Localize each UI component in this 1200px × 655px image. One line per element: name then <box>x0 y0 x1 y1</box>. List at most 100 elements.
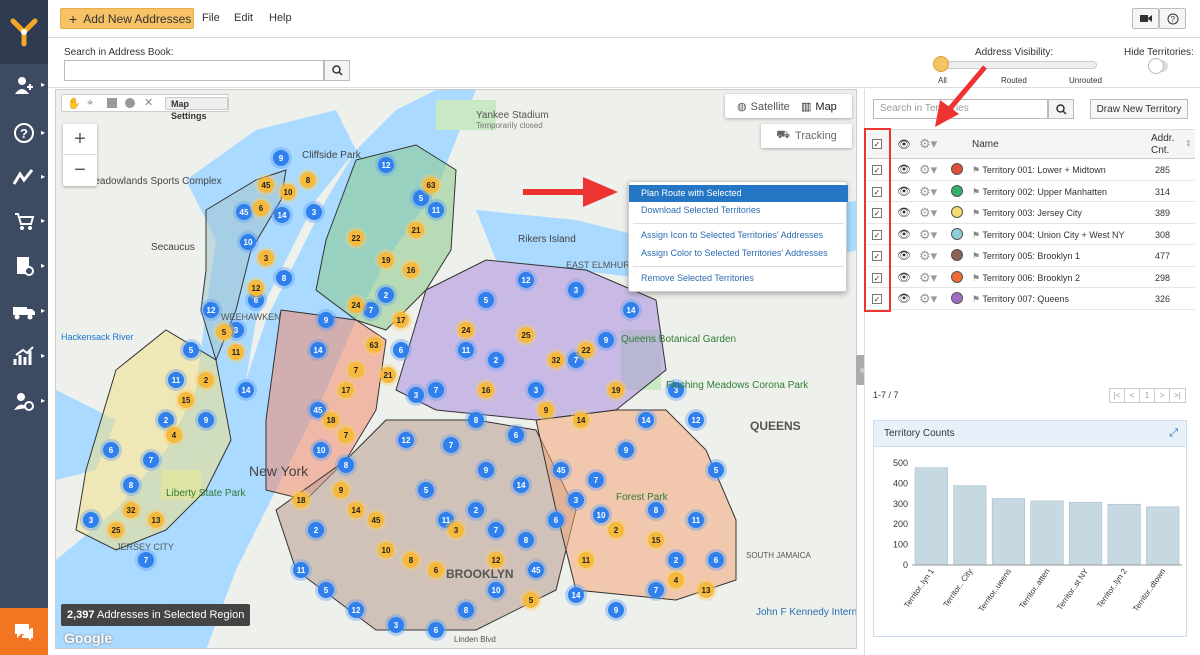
table-row[interactable]: ✓ 👁 ⚙▾ ⚑ Territory 002: Upper Manhatten 314 <box>867 181 1195 202</box>
nav-vehicles-icon[interactable]: ▸ <box>0 291 48 331</box>
chart-bar[interactable] <box>1069 501 1103 566</box>
address-cluster-marker[interactable]: 3 <box>525 379 547 401</box>
address-cluster-marker[interactable]: 9 <box>270 147 292 169</box>
video-camera-icon[interactable] <box>1132 8 1159 29</box>
app-logo[interactable] <box>0 0 48 64</box>
address-cluster-marker[interactable]: 10 <box>277 181 299 203</box>
address-cluster-marker[interactable]: 45 <box>525 559 547 581</box>
address-cluster-marker[interactable]: 6 <box>425 619 447 641</box>
address-cluster-marker[interactable]: 24 <box>345 294 367 316</box>
address-cluster-marker[interactable]: 13 <box>695 579 717 601</box>
address-cluster-marker[interactable]: 15 <box>645 529 667 551</box>
address-cluster-marker[interactable]: 17 <box>390 309 412 331</box>
territory-color-dot[interactable] <box>951 270 963 283</box>
territory-color-dot[interactable] <box>951 163 963 175</box>
eye-icon[interactable]: 👁 <box>897 206 911 219</box>
address-cluster-marker[interactable]: 14 <box>565 584 587 606</box>
address-cluster-marker[interactable]: 8 <box>297 169 319 191</box>
territory-color-dot[interactable] <box>951 206 963 218</box>
table-row[interactable]: ✓ 👁 ⚙▾ ⚑ Territory 006: Brooklyn 2 298 <box>867 267 1195 288</box>
address-cluster-marker[interactable]: 14 <box>271 204 293 226</box>
gear-icon[interactable]: ⚙▾ <box>919 162 937 178</box>
menu-file[interactable]: File <box>202 12 220 24</box>
table-row[interactable]: ✓ 👁 ⚙▾ ⚑ Territory 003: Jersey City 389 <box>867 202 1195 224</box>
chart-bar[interactable] <box>991 498 1025 566</box>
address-cluster-marker[interactable]: 6 <box>505 424 527 446</box>
column-name-header[interactable]: Name <box>972 139 999 150</box>
expand-icon[interactable]: ⤢ <box>1169 427 1178 440</box>
address-cluster-marker[interactable]: 14 <box>620 299 642 321</box>
address-cluster-marker[interactable]: 11 <box>425 199 447 221</box>
address-cluster-marker[interactable]: 11 <box>575 549 597 571</box>
remove-territories-menu-item[interactable]: Remove Selected Territories <box>629 270 848 287</box>
address-cluster-marker[interactable]: 3 <box>565 489 587 511</box>
address-cluster-marker[interactable]: 3 <box>405 384 427 406</box>
address-cluster-marker[interactable]: 3 <box>385 614 407 636</box>
search-icon[interactable] <box>1048 99 1074 119</box>
address-cluster-marker[interactable]: 8 <box>400 549 422 571</box>
column-count-header[interactable]: Addr. Cnt. <box>1151 133 1185 157</box>
table-row[interactable]: ✓ 👁 ⚙▾ ⚑ Territory 001: Lower + Midtown 285 <box>867 159 1195 181</box>
nav-documents-icon[interactable]: ▸ <box>0 246 48 286</box>
address-cluster-marker[interactable]: 8 <box>120 474 142 496</box>
address-cluster-marker[interactable]: 2 <box>485 349 507 371</box>
address-cluster-marker[interactable]: 8 <box>273 267 295 289</box>
address-cluster-marker[interactable]: 14 <box>307 339 329 361</box>
zoom-in-button[interactable]: + <box>63 124 97 155</box>
territory-name[interactable]: ⚑ Territory 002: Upper Manhatten <box>972 187 1107 198</box>
eye-icon[interactable]: 👁 <box>897 271 911 284</box>
nav-user-settings-icon[interactable]: ▸ <box>0 381 48 421</box>
chart-bar[interactable] <box>914 467 948 566</box>
address-cluster-marker[interactable]: 10 <box>310 439 332 461</box>
address-cluster-marker[interactable]: 45 <box>365 509 387 531</box>
address-cluster-marker[interactable]: 4 <box>665 569 687 591</box>
address-cluster-marker[interactable]: 11 <box>685 509 707 531</box>
circle-icon[interactable] <box>125 98 135 108</box>
address-cluster-marker[interactable]: 16 <box>400 259 422 281</box>
address-cluster-marker[interactable]: 5 <box>520 589 542 611</box>
nav-analytics-icon[interactable]: ▸ <box>0 336 48 376</box>
close-icon[interactable]: ✕ <box>144 96 153 109</box>
address-cluster-marker[interactable]: 32 <box>120 499 142 521</box>
address-search-input[interactable] <box>64 60 324 81</box>
address-cluster-marker[interactable]: 6 <box>390 339 412 361</box>
address-cluster-marker[interactable]: 2 <box>195 369 217 391</box>
address-cluster-marker[interactable]: 9 <box>535 399 557 421</box>
hand-icon[interactable]: ✋ <box>67 97 81 110</box>
assign-icon-menu-item[interactable]: Assign Icon to Selected Territories' Add… <box>629 227 848 244</box>
next-page-button[interactable]: > <box>1155 389 1170 402</box>
address-cluster-marker[interactable]: 21 <box>377 364 399 386</box>
gear-icon[interactable]: ⚙▾ <box>919 227 937 243</box>
territory-name[interactable]: ⚑ Territory 001: Lower + Midtown <box>972 165 1106 176</box>
zoom-out-button[interactable]: − <box>63 155 97 186</box>
address-cluster-marker[interactable]: 63 <box>420 174 442 196</box>
map-canvas[interactable]: 9144510863125112786379143125112791445108… <box>56 90 857 649</box>
address-cluster-marker[interactable]: 7 <box>585 469 607 491</box>
address-cluster-marker[interactable]: 5 <box>315 579 337 601</box>
address-cluster-marker[interactable]: 9 <box>315 309 337 331</box>
address-cluster-marker[interactable]: 7 <box>345 359 367 381</box>
table-row[interactable]: ✓ 👁 ⚙▾ ⚑ Territory 004: Union City + West N… <box>867 224 1195 245</box>
address-cluster-marker[interactable]: 6 <box>545 509 567 531</box>
address-cluster-marker[interactable]: 14 <box>235 379 257 401</box>
address-cluster-marker[interactable]: 17 <box>335 379 357 401</box>
plan-route-menu-item[interactable]: Plan Route with Selected <box>629 185 848 202</box>
tracking-button[interactable]: ⛟ Tracking <box>761 124 852 148</box>
address-cluster-marker[interactable]: 10 <box>485 579 507 601</box>
address-cluster-marker[interactable]: 19 <box>605 379 627 401</box>
address-cluster-marker[interactable]: 2 <box>465 499 487 521</box>
address-cluster-marker[interactable]: 8 <box>515 529 537 551</box>
chat-icon[interactable] <box>0 608 48 655</box>
polygon-icon[interactable]: ⌖ <box>87 97 93 110</box>
chart-bar[interactable] <box>1107 503 1141 566</box>
map-view[interactable]: 9 14 45 10 8 6 3 12 5 11 2 7 8 6 3 7 9 14 3 12 5 11 2 7 9 14 45 10 8… <box>55 89 857 649</box>
address-cluster-marker[interactable]: 63 <box>363 334 385 356</box>
gear-icon[interactable]: ⚙▾ <box>919 136 937 152</box>
map-button[interactable]: ▥ Map <box>801 100 837 114</box>
eye-icon[interactable]: 👁 <box>897 138 911 151</box>
address-cluster-marker[interactable]: 9 <box>475 459 497 481</box>
address-cluster-marker[interactable]: 11 <box>290 559 312 581</box>
chart-bar[interactable] <box>1030 500 1064 566</box>
sort-icon[interactable]: ⇕ <box>1185 139 1192 148</box>
eye-icon[interactable]: 👁 <box>897 228 911 241</box>
